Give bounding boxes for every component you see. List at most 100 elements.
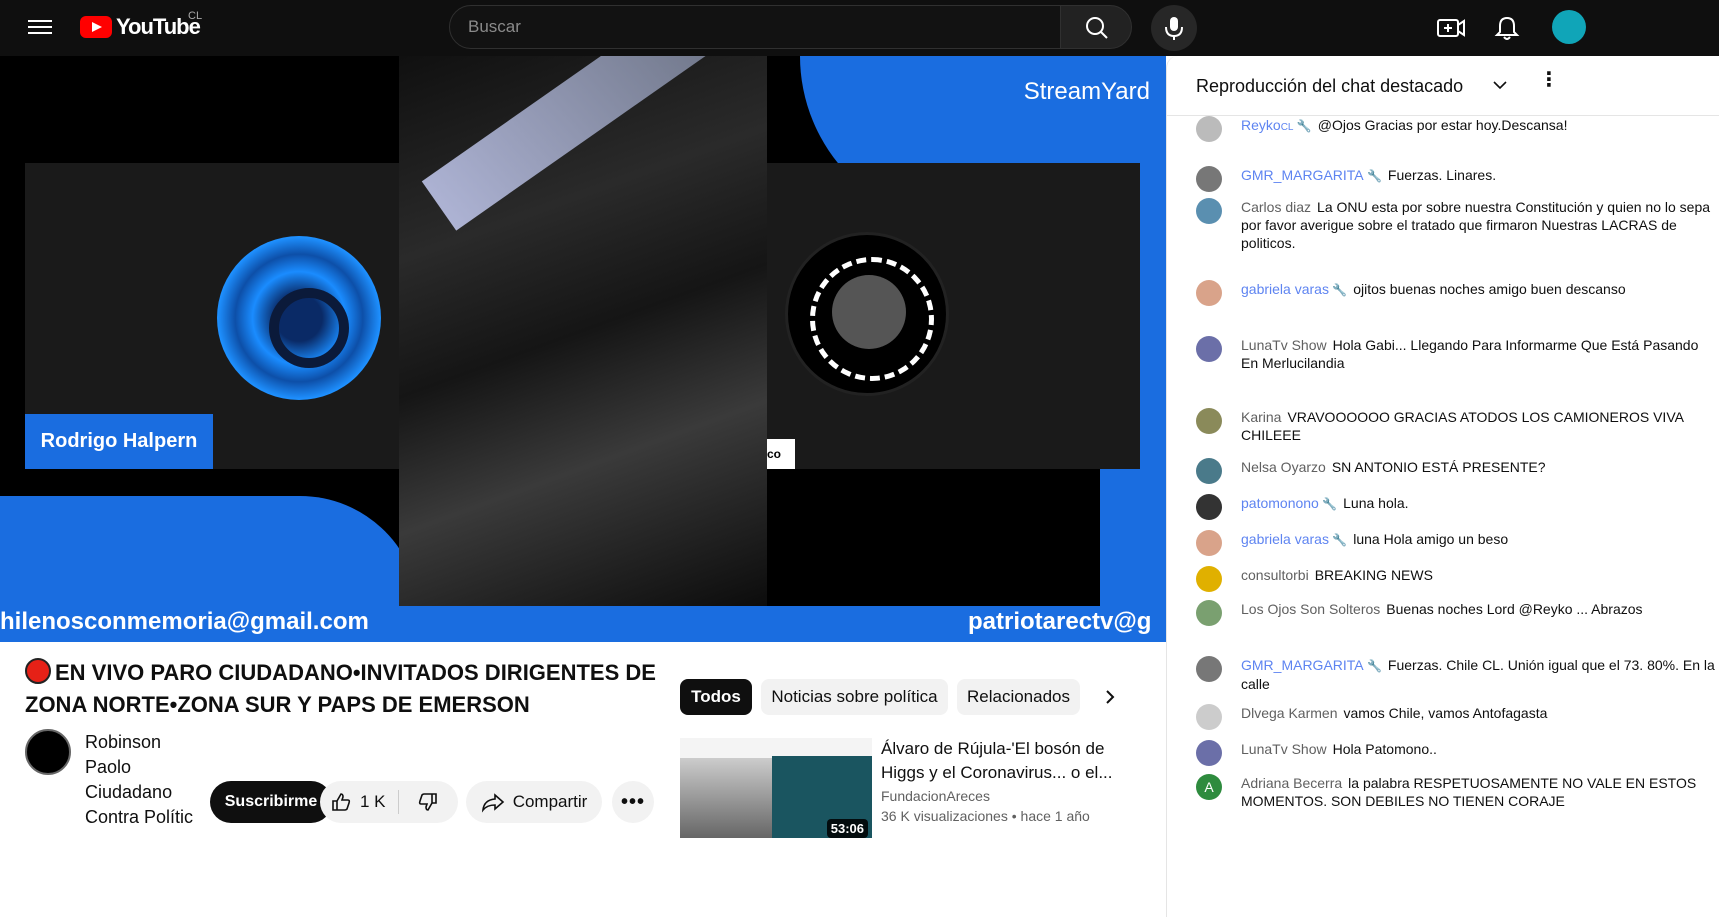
chat-author-name[interactable]: patomonono 🔧 (1241, 495, 1337, 511)
subscribe-button[interactable]: Suscribirme (210, 781, 332, 823)
chip-all[interactable]: Todos (680, 679, 752, 715)
more-vert-icon[interactable]: ⋮ (1539, 70, 1559, 90)
name-tag-partial: co (767, 439, 795, 469)
channel-avatar[interactable] (25, 729, 71, 775)
chat-message-text: Luna hola. (1343, 495, 1409, 511)
dislike-button[interactable] (399, 781, 457, 823)
chat-author-avatar[interactable] (1196, 600, 1222, 626)
search-button[interactable] (1060, 5, 1132, 49)
chat-author-name[interactable]: ReykoCL 🔧 (1241, 117, 1312, 133)
chat-author-name[interactable]: Carlos diaz (1241, 199, 1311, 215)
road-video-feed (399, 56, 767, 606)
chat-message-text: VRAVOOOOOO GRACIAS ATODOS LOS CAMIONEROS… (1241, 409, 1684, 443)
chat-message: Dlvega Karmen vamos Chile, vamos Antofaga… (1196, 704, 1716, 730)
menu-icon[interactable] (28, 16, 52, 38)
chat-author-name[interactable]: Los Ojos Son Solteros (1241, 601, 1380, 617)
chat-author-name[interactable]: GMR_MARGARITA 🔧 (1241, 657, 1382, 673)
recommendation-channel[interactable]: FundacionAreces (881, 788, 990, 804)
youtube-logo[interactable]: YouTube CL (80, 10, 202, 40)
chat-message: gabriela varas 🔧 ojitos buenas noches ami… (1196, 280, 1716, 306)
recommendation-thumbnail[interactable]: 53:06 (680, 738, 872, 838)
chat-author-avatar[interactable]: A (1196, 774, 1222, 800)
chat-author-avatar[interactable] (1196, 280, 1222, 306)
chat-message: GMR_MARGARITA 🔧 Fuerzas. Linares. (1196, 166, 1716, 192)
streamyard-logo: StreamYard (1023, 78, 1150, 105)
chat-author-avatar[interactable] (1196, 166, 1222, 192)
chat-author-name[interactable]: gabriela varas 🔧 (1241, 531, 1347, 547)
video-title-text: EN VIVO PARO CIUDADANO•INVITADOS DIRIGEN… (25, 660, 656, 717)
chat-mode-selector[interactable]: Reproducción del chat destacado (1196, 76, 1463, 97)
search-icon (1086, 17, 1108, 39)
recommendation-title[interactable]: Álvaro de Rújula-'El bosón de Higgs y el… (881, 737, 1121, 785)
chat-author-avatar[interactable] (1196, 656, 1222, 682)
notifications-button[interactable] (1492, 14, 1522, 42)
chat-author-avatar[interactable] (1196, 494, 1222, 520)
chat-message-text: vamos Chile, vamos Antofagasta (1343, 705, 1548, 721)
country-code: CL (188, 10, 203, 22)
like-dislike-group: 1 K (320, 781, 458, 823)
channel-name[interactable]: Robinson Paolo Ciudadano Contra Polític (85, 730, 195, 836)
mic-icon (1165, 17, 1183, 40)
voice-search-button[interactable] (1151, 5, 1197, 51)
chat-message: A Adriana Becerra la palabra RESPETUOSAMEN… (1196, 774, 1716, 810)
chat-author-avatar[interactable] (1196, 704, 1222, 730)
share-button[interactable]: Compartir (466, 781, 602, 823)
chat-author-name[interactable]: LunaTv Show (1241, 741, 1327, 757)
chat-message-text: ojitos buenas noches amigo buen descanso (1353, 281, 1626, 297)
chat-header: Reproducción del chat destacado ⋮ (1167, 56, 1719, 116)
chat-message-text: Buenas noches Lord @Reyko ... Abrazos (1386, 601, 1643, 617)
chat-author-avatar[interactable] (1196, 198, 1222, 224)
chat-message-text: BREAKING NEWS (1314, 567, 1433, 583)
share-icon (481, 793, 504, 813)
chevron-down-icon[interactable] (1492, 78, 1508, 92)
chat-author-avatar[interactable] (1196, 408, 1222, 434)
video-player[interactable]: StreamYard Rodrigo Halpern co hilenoscon… (0, 56, 1166, 642)
chat-author-badge: CL (1280, 122, 1294, 133)
like-button[interactable]: 1 K (320, 781, 398, 823)
chat-author-name[interactable]: GMR_MARGARITA 🔧 (1241, 167, 1382, 183)
chat-message-text: luna Hola amigo un beso (1353, 531, 1509, 547)
search-input[interactable] (450, 6, 1060, 48)
chat-author-name[interactable]: Nelsa Oyarzo (1241, 459, 1326, 475)
wrench-icon: 🔧 (1293, 119, 1312, 133)
chip-related[interactable]: Relacionados (957, 679, 1080, 715)
chip-political-news[interactable]: Noticias sobre política (761, 679, 948, 715)
chat-message-text: La ONU esta por sobre nuestra Constituci… (1241, 199, 1711, 251)
chat-author-avatar[interactable] (1196, 336, 1222, 362)
wrench-icon: 🔧 (1328, 283, 1348, 297)
chat-message: gabriela varas 🔧 luna Hola amigo un beso (1196, 530, 1716, 556)
chat-author-name[interactable]: Karina (1241, 409, 1281, 425)
chat-author-avatar[interactable] (1196, 116, 1222, 142)
email-banner-left: hilenosconmemoria@gmail.com (0, 608, 369, 635)
wrench-icon: 🔧 (1318, 497, 1338, 511)
chat-author-avatar[interactable] (1196, 530, 1222, 556)
chat-message-text: Hola Patomono.. (1332, 741, 1437, 757)
chat-author-name[interactable]: consultorbi (1241, 567, 1309, 583)
chat-author-avatar[interactable] (1196, 458, 1222, 484)
chat-message-text: Fuerzas. Linares. (1387, 167, 1497, 183)
masthead: YouTube CL (0, 0, 1719, 56)
chat-message: patomonono 🔧 Luna hola. (1196, 494, 1716, 520)
create-icon (1437, 19, 1465, 37)
chat-message-text: SN ANTONIO ESTÁ PRESENTE? (1331, 459, 1546, 475)
robinson-paolo-avatar (785, 232, 949, 396)
chat-message: ReykoCL 🔧 @Ojos Gracias por estar hoy.Des… (1196, 116, 1716, 142)
chat-author-avatar[interactable] (1196, 740, 1222, 766)
create-button[interactable] (1436, 14, 1466, 42)
view-count: 36 K visualizaciones (881, 808, 1008, 824)
chat-author-name[interactable]: Adriana Becerra (1241, 775, 1342, 791)
live-red-circle-icon (25, 658, 51, 684)
thumbs-up-icon (332, 793, 351, 811)
search-box (449, 5, 1061, 49)
upload-age: hace 1 año (1020, 808, 1090, 824)
thumbs-down-icon (418, 793, 437, 811)
guest-name-tag: Rodrigo Halpern (25, 414, 213, 469)
chat-author-name[interactable]: Dlvega Karmen (1241, 705, 1338, 721)
chat-author-avatar[interactable] (1196, 566, 1222, 592)
chat-author-name[interactable]: LunaTv Show (1241, 337, 1327, 353)
chat-author-name[interactable]: gabriela varas 🔧 (1241, 281, 1347, 297)
more-actions-button[interactable]: ••• (612, 781, 654, 823)
recommendation-meta: 36 K visualizaciones • hace 1 año (881, 808, 1090, 824)
chevron-right-icon[interactable] (1092, 679, 1128, 715)
account-avatar[interactable] (1552, 10, 1586, 44)
